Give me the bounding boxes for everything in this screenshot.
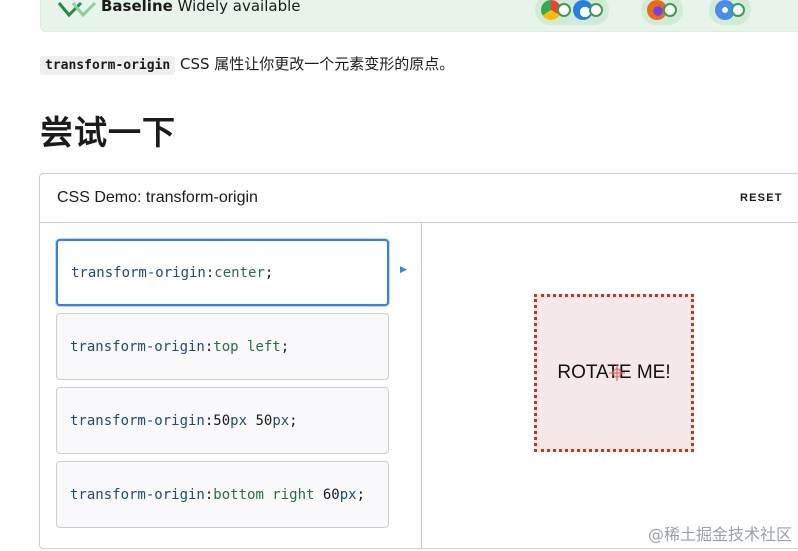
code-punctuation: : xyxy=(204,338,214,355)
code-value: center xyxy=(214,264,265,281)
code-punctuation: : xyxy=(205,264,215,281)
baseline-check-icon xyxy=(57,1,97,18)
transform-origin-marker-icon xyxy=(609,365,625,381)
choice-top-left[interactable]: transform-origin: top left; xyxy=(56,313,389,380)
code-punctuation: : xyxy=(204,412,214,429)
browser-group-chrome-edge xyxy=(535,0,609,25)
demo-body: transform-origin: center; ▶ transform-or… xyxy=(40,223,798,548)
browser-group-safari xyxy=(709,0,751,25)
code-punctuation: : xyxy=(204,486,214,503)
css-demo-panel: CSS Demo: transform-origin RESET transfo… xyxy=(39,173,798,549)
baseline-banner: Baseline Widely available ⌄ xyxy=(40,0,798,32)
code-unit: px xyxy=(230,412,248,429)
code-punctuation: ; xyxy=(280,338,290,355)
code-punctuation: ; xyxy=(289,412,298,429)
check-icon xyxy=(663,3,677,17)
code-number: 60 xyxy=(322,486,340,503)
code-number: 50 xyxy=(255,412,273,429)
browser-group-firefox xyxy=(641,0,683,25)
rotate-me-box: ROTATE ME! xyxy=(534,294,694,452)
code-punctuation: ; xyxy=(356,486,366,503)
selected-indicator-icon: ▶ xyxy=(400,265,407,275)
demo-header: CSS Demo: transform-origin RESET xyxy=(40,174,798,223)
code-property: transform-origin xyxy=(70,412,205,429)
check-icon xyxy=(731,3,745,17)
intro-code: transform-origin xyxy=(40,56,176,75)
watermark: @稀土掘金技术社区 xyxy=(647,525,792,544)
check-icon xyxy=(589,3,603,17)
code-property: transform-origin xyxy=(71,264,206,281)
chevron-down-icon[interactable]: ⌄ xyxy=(785,0,797,1)
code-value: bottom right xyxy=(213,486,323,503)
demo-output: ROTATE ME! xyxy=(423,223,798,548)
code-property: transform-origin xyxy=(70,486,205,503)
baseline-label: Baseline Widely available xyxy=(101,0,301,15)
code-number: 50 xyxy=(213,412,231,429)
choice-center[interactable]: transform-origin: center; xyxy=(56,239,389,306)
code-unit: px xyxy=(339,486,357,503)
reset-button[interactable]: RESET xyxy=(740,192,783,204)
choice-list: transform-origin: center; ▶ transform-or… xyxy=(40,223,422,548)
check-icon xyxy=(557,3,571,17)
code-value: top left xyxy=(213,338,281,355)
intro-paragraph: transform-origin CSS 属性让你更改一个元素变形的原点。 xyxy=(40,53,454,77)
code-unit: px xyxy=(272,412,290,429)
choice-50px-50px[interactable]: transform-origin: 50 px 50 px; xyxy=(56,387,389,454)
code-property: transform-origin xyxy=(70,338,205,355)
choice-bottom-right-60px[interactable]: transform-origin: bottom right 60 px; xyxy=(56,461,389,528)
demo-title: CSS Demo: transform-origin xyxy=(57,189,258,206)
code-punctuation: ; xyxy=(264,264,274,281)
section-heading: 尝试一下 xyxy=(40,113,176,152)
intro-text: CSS 属性让你更改一个元素变形的原点。 xyxy=(175,55,455,73)
